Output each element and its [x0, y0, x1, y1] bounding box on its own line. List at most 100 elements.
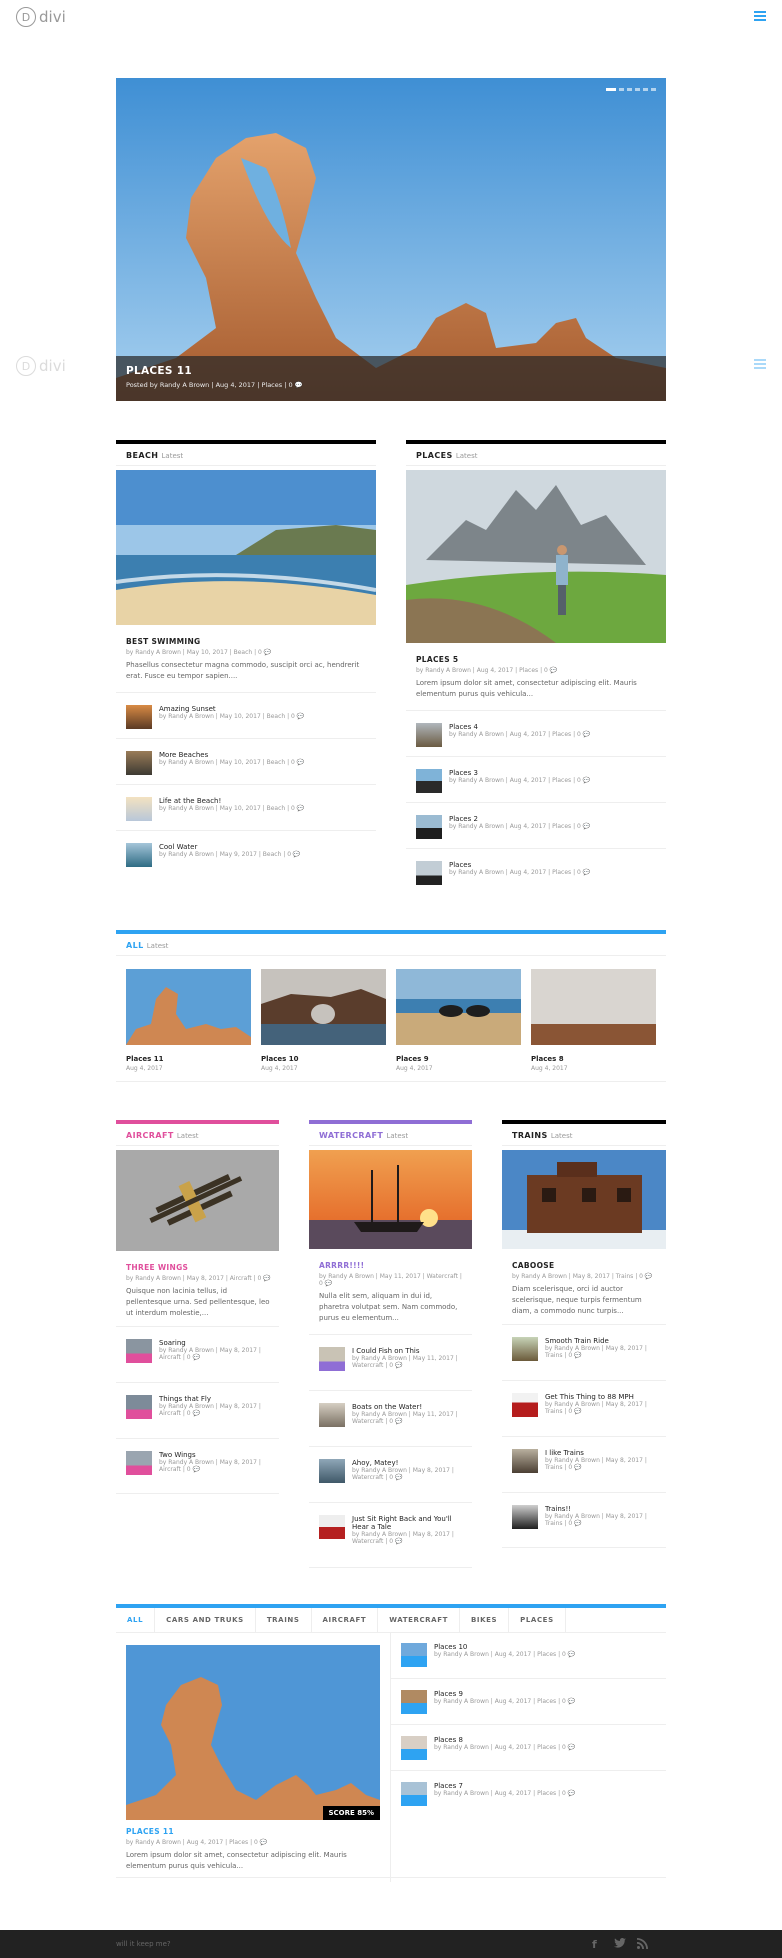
- tabbed-module: ALL CARS AND TRUKS TRAINS AIRCRAFT WATER…: [116, 1604, 666, 1882]
- places-heading: PLACES Latest: [406, 444, 666, 466]
- places-module: PLACES Latest PLACES 5 by Randy A Brown …: [406, 440, 666, 892]
- tab-watercraft[interactable]: WATERCRAFT: [378, 1608, 460, 1632]
- aircraft-featured-image[interactable]: [116, 1150, 279, 1251]
- thumb-image: [416, 861, 442, 885]
- logo-text: divi: [39, 8, 66, 26]
- thumb-image: [512, 1449, 538, 1473]
- list-item[interactable]: Cool Water by Randy A Brown | May 9, 2017…: [116, 830, 376, 876]
- thumb-image: [126, 1395, 152, 1419]
- ghost-menu-icon: [754, 359, 766, 369]
- list-item[interactable]: Ahoy, Matey! by Randy A Brown | May 8, 20…: [309, 1446, 472, 1502]
- ghost-logo-text: divi: [39, 357, 66, 375]
- list-item[interactable]: I like Trains by Randy A Brown | May 8, 2…: [502, 1436, 666, 1492]
- list-item[interactable]: Trains!! by Randy A Brown | May 8, 2017 |…: [502, 1492, 666, 1548]
- logo-d-icon: D: [16, 7, 36, 27]
- thumb-image: [319, 1403, 345, 1427]
- list-item[interactable]: Places 7 by Randy A Brown | Aug 4, 2017 |…: [391, 1770, 666, 1816]
- tabbed-featured-excerpt: Lorem ipsum dolor sit amet, consectetur …: [126, 1851, 347, 1870]
- list-item[interactable]: Life at the Beach! by Randy A Brown | May…: [116, 784, 376, 830]
- list-item[interactable]: Just Sit Right Back and You'll Hear a Tal…: [309, 1502, 472, 1568]
- thumb-image: [416, 815, 442, 839]
- rss-icon[interactable]: [637, 1938, 648, 1952]
- thumb-image: [512, 1337, 538, 1361]
- tab-bikes[interactable]: BIKES: [460, 1608, 510, 1632]
- list-item[interactable]: Places 9 by Randy A Brown | Aug 4, 2017 |…: [391, 1678, 666, 1724]
- thumb-image: [416, 723, 442, 747]
- list-item[interactable]: Soaring by Randy A Brown | May 8, 2017 | A…: [116, 1326, 279, 1382]
- grid-item[interactable]: Places 8 Aug 4, 2017: [531, 969, 656, 1072]
- trains-featured-excerpt: Diam scelerisque, orci id auctor sceleri…: [512, 1285, 642, 1315]
- site-logo[interactable]: D divi: [16, 7, 66, 27]
- beach-featured-title[interactable]: BEST SWIMMING: [126, 637, 366, 646]
- tabbed-featured-image[interactable]: SCORE 85%: [126, 1645, 380, 1820]
- places-featured-image[interactable]: [406, 470, 666, 643]
- hero-image: [116, 78, 666, 401]
- list-item[interactable]: More Beaches by Randy A Brown | May 10, 2…: [116, 738, 376, 784]
- beach-featured-image[interactable]: [116, 470, 376, 625]
- list-item[interactable]: Places by Randy A Brown | Aug 4, 2017 | P…: [406, 848, 666, 894]
- list-item[interactable]: Places 4 by Randy A Brown | Aug 4, 2017 |…: [406, 710, 666, 756]
- grid-item[interactable]: Places 9 Aug 4, 2017: [396, 969, 521, 1072]
- watercraft-heading: WATERCRAFT Latest: [309, 1124, 472, 1146]
- trains-featured-image[interactable]: [502, 1150, 666, 1249]
- list-item[interactable]: Places 8 by Randy A Brown | Aug 4, 2017 |…: [391, 1724, 666, 1770]
- watercraft-module: WATERCRAFT Latest ARRRR!!!! by Randy A B…: [309, 1120, 472, 1568]
- aircraft-featured-meta: by Randy A Brown | May 8, 2017 | Aircraf…: [126, 1275, 271, 1282]
- thumb-image: [126, 797, 152, 821]
- list-item[interactable]: Things that Fly by Randy A Brown | May 8,…: [116, 1382, 279, 1438]
- thumb-image: [401, 1643, 427, 1667]
- site-footer: will it keep me? f: [0, 1930, 782, 1958]
- aircraft-featured-title[interactable]: THREE WINGS: [126, 1263, 271, 1272]
- thumb-image: [126, 751, 152, 775]
- grid-item-image: [531, 969, 656, 1045]
- thumb-image: [319, 1459, 345, 1483]
- hero-title[interactable]: PLACES 11: [126, 365, 656, 377]
- tab-trains[interactable]: TRAINS: [256, 1608, 312, 1632]
- menu-hamburger-icon[interactable]: [754, 11, 766, 21]
- facebook-icon[interactable]: f: [592, 1938, 597, 1951]
- grid-item[interactable]: Places 10 Aug 4, 2017: [261, 969, 386, 1072]
- aircraft-module: AIRCRAFT Latest THREE WINGS by Randy A B…: [116, 1120, 279, 1494]
- watercraft-featured-title[interactable]: ARRRR!!!!: [319, 1261, 464, 1270]
- grid-item[interactable]: Places 11 Aug 4, 2017: [126, 969, 251, 1072]
- hero-slider[interactable]: PLACES 11 Posted by Randy A Brown | Aug …: [116, 78, 666, 401]
- watercraft-featured-image[interactable]: [309, 1150, 472, 1249]
- list-item[interactable]: Places 10 by Randy A Brown | Aug 4, 2017 …: [391, 1632, 666, 1678]
- thumb-image: [401, 1690, 427, 1714]
- tab-places[interactable]: PLACES: [509, 1608, 566, 1632]
- grid-item-image: [396, 969, 521, 1045]
- grid-item-image: [126, 969, 251, 1045]
- tab-aircraft[interactable]: AIRCRAFT: [312, 1608, 379, 1632]
- places-featured-excerpt: Lorem ipsum dolor sit amet, consectetur …: [416, 679, 637, 698]
- twitter-icon[interactable]: [614, 1938, 626, 1951]
- tab-cars-and-truks[interactable]: CARS AND TRUKS: [155, 1608, 256, 1632]
- trains-module: TRAINS Latest CABOOSE by Randy A Brown |…: [502, 1120, 666, 1548]
- thumb-image: [512, 1393, 538, 1417]
- list-item[interactable]: Two Wings by Randy A Brown | May 8, 2017 …: [116, 1438, 279, 1494]
- list-item[interactable]: I Could Fish on This by Randy A Brown | M…: [309, 1334, 472, 1390]
- ghost-logo-icon: D: [16, 356, 36, 376]
- beach-heading: BEACH Latest: [116, 444, 376, 466]
- footer-text: will it keep me?: [116, 1940, 171, 1948]
- list-item[interactable]: Places 3 by Randy A Brown | Aug 4, 2017 |…: [406, 756, 666, 802]
- thumb-image: [401, 1782, 427, 1806]
- list-item[interactable]: Amazing Sunset by Randy A Brown | May 10,…: [116, 692, 376, 738]
- thumb-image: [401, 1736, 427, 1760]
- thumb-image: [126, 843, 152, 867]
- trains-heading: TRAINS Latest: [502, 1124, 666, 1146]
- list-item[interactable]: Boats on the Water! by Randy A Brown | Ma…: [309, 1390, 472, 1446]
- list-item[interactable]: Get This Thing to 88 MPH by Randy A Brown…: [502, 1380, 666, 1436]
- tabbed-featured-title[interactable]: PLACES 11: [126, 1827, 380, 1836]
- tab-all[interactable]: ALL: [116, 1608, 156, 1632]
- thumb-image: [319, 1347, 345, 1371]
- trains-featured-title[interactable]: CABOOSE: [512, 1261, 657, 1270]
- aircraft-heading: AIRCRAFT Latest: [116, 1124, 279, 1146]
- slider-dots[interactable]: [606, 88, 656, 91]
- thumb-image: [126, 1451, 152, 1475]
- list-item[interactable]: Places 2 by Randy A Brown | Aug 4, 2017 |…: [406, 802, 666, 848]
- thumb-image: [319, 1515, 345, 1539]
- watercraft-featured-excerpt: Nulla elit sem, aliquam in dui id, phare…: [319, 1292, 458, 1322]
- places-featured-title[interactable]: PLACES 5: [416, 655, 656, 664]
- thumb-image: [126, 1339, 152, 1363]
- list-item[interactable]: Smooth Train Ride by Randy A Brown | May …: [502, 1324, 666, 1380]
